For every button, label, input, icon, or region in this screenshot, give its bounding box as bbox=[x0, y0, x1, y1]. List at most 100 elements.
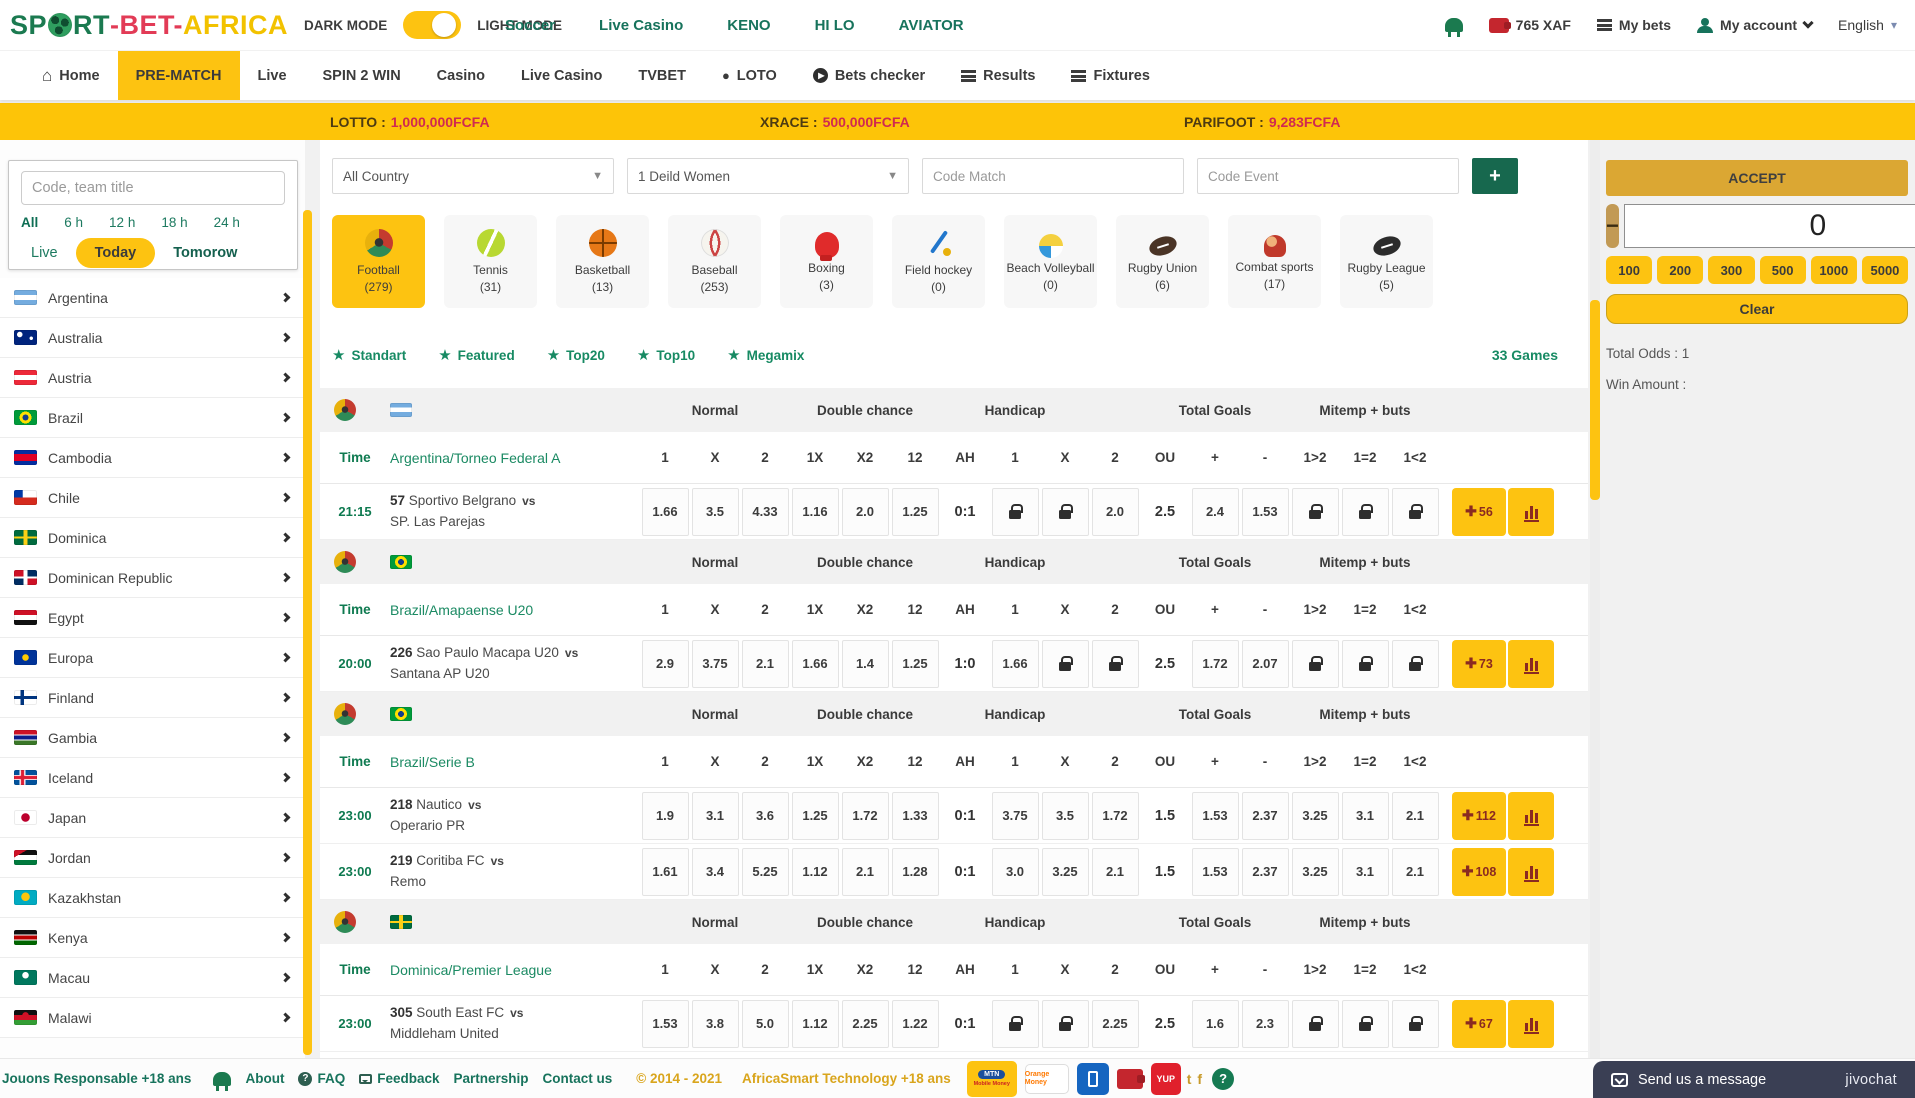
site-logo[interactable]: SPRT-BET-AFRICA bbox=[10, 10, 288, 41]
stats-button[interactable] bbox=[1508, 640, 1554, 688]
more-markets-button[interactable]: ✚73 bbox=[1452, 640, 1506, 688]
sidebar-item-egypt[interactable]: Egypt bbox=[0, 598, 303, 638]
odds-button[interactable]: 2.1 bbox=[1392, 792, 1439, 840]
accept-button[interactable]: ACCEPT bbox=[1606, 160, 1908, 196]
odds-button[interactable]: 2.4 bbox=[1192, 488, 1239, 536]
odds-button[interactable]: 2.0 bbox=[842, 488, 889, 536]
odds-button[interactable]: 1.6 bbox=[1192, 1000, 1239, 1048]
nav-item-results[interactable]: Results bbox=[943, 51, 1053, 100]
odds-button[interactable]: 3.5 bbox=[1042, 792, 1089, 840]
time-filter-12-h[interactable]: 12 h bbox=[109, 215, 135, 230]
sidebar-item-cambodia[interactable]: Cambodia bbox=[0, 438, 303, 478]
odds-button[interactable]: 3.1 bbox=[692, 792, 739, 840]
stake-input[interactable] bbox=[1624, 204, 1915, 248]
nav-item-spin-2-win[interactable]: SPIN 2 WIN bbox=[305, 51, 419, 100]
time-filter-18-h[interactable]: 18 h bbox=[161, 215, 187, 230]
sidebar-item-japan[interactable]: Japan bbox=[0, 798, 303, 838]
sport-tab-rugby-union[interactable]: Rugby Union(6) bbox=[1116, 215, 1209, 308]
odds-button[interactable]: 1.25 bbox=[792, 792, 839, 840]
odds-button[interactable]: 1.66 bbox=[992, 640, 1039, 688]
footer-link-feedback[interactable]: Feedback bbox=[359, 1071, 439, 1086]
more-markets-button[interactable]: ✚112 bbox=[1452, 792, 1506, 840]
odds-button[interactable]: 2.1 bbox=[1392, 848, 1439, 896]
odds-button[interactable]: 3.5 bbox=[692, 488, 739, 536]
odds-button[interactable]: 2.25 bbox=[1092, 1000, 1139, 1048]
odds-button[interactable]: 2.1 bbox=[1092, 848, 1139, 896]
nav-item-fixtures[interactable]: Fixtures bbox=[1053, 51, 1167, 100]
sidebar-item-malawi[interactable]: Malawi bbox=[0, 998, 303, 1038]
time-filter-6-h[interactable]: 6 h bbox=[64, 215, 83, 230]
sport-tab-tennis[interactable]: Tennis(31) bbox=[444, 215, 537, 308]
match-title[interactable]: 218 NauticovsOperario PR bbox=[390, 795, 640, 837]
sidebar-item-europa[interactable]: Europa bbox=[0, 638, 303, 678]
chat-widget[interactable]: Send us a message jivochat bbox=[1593, 1061, 1915, 1098]
view-tab-featured[interactable]: ★Featured bbox=[438, 346, 514, 364]
stats-button[interactable] bbox=[1508, 792, 1554, 840]
day-tab-live[interactable]: Live bbox=[21, 239, 68, 267]
odds-button[interactable]: 2.9 bbox=[642, 640, 689, 688]
day-tab-today[interactable]: Today bbox=[76, 238, 156, 268]
odds-button[interactable]: 2.3 bbox=[1242, 1000, 1289, 1048]
odds-button[interactable]: 3.75 bbox=[992, 792, 1039, 840]
odds-button[interactable]: 2.07 bbox=[1242, 640, 1289, 688]
odds-button[interactable]: 5.25 bbox=[742, 848, 789, 896]
top-menu-keno[interactable]: KENO bbox=[727, 17, 770, 34]
view-tab-top10[interactable]: ★Top10 bbox=[637, 346, 695, 364]
nav-item-tvbet[interactable]: TVBET bbox=[620, 51, 704, 100]
sidebar-item-jordan[interactable]: Jordan bbox=[0, 838, 303, 878]
odds-button[interactable]: 3.1 bbox=[1342, 792, 1389, 840]
stats-button[interactable] bbox=[1508, 1000, 1554, 1048]
nav-item-live[interactable]: Live bbox=[240, 51, 305, 100]
sport-tab-rugby-league[interactable]: Rugby League(5) bbox=[1340, 215, 1433, 308]
sidebar-item-austria[interactable]: Austria bbox=[0, 358, 303, 398]
sidebar-item-brazil[interactable]: Brazil bbox=[0, 398, 303, 438]
odds-button[interactable]: 1.9 bbox=[642, 792, 689, 840]
sidebar-scrollbar[interactable] bbox=[303, 210, 312, 1055]
odds-button[interactable]: 1.61 bbox=[642, 848, 689, 896]
odds-button[interactable]: 1.25 bbox=[892, 640, 939, 688]
odds-button[interactable]: 1.22 bbox=[892, 1000, 939, 1048]
stats-button[interactable] bbox=[1508, 848, 1554, 896]
code-match-input[interactable] bbox=[933, 169, 1173, 184]
odds-button[interactable]: 1.4 bbox=[842, 640, 889, 688]
odds-button[interactable]: 1.33 bbox=[892, 792, 939, 840]
sport-tab-boxing[interactable]: Boxing(3) bbox=[780, 215, 873, 308]
odds-button[interactable]: 2.0 bbox=[1092, 488, 1139, 536]
odds-button[interactable]: 2.1 bbox=[742, 640, 789, 688]
more-markets-button[interactable]: ✚56 bbox=[1452, 488, 1506, 536]
main-scrollbar[interactable] bbox=[1590, 140, 1600, 1058]
sidebar-item-dominican-republic[interactable]: Dominican Republic bbox=[0, 558, 303, 598]
odds-button[interactable]: 1.12 bbox=[792, 848, 839, 896]
stats-button[interactable] bbox=[1508, 488, 1554, 536]
search-input[interactable] bbox=[21, 171, 285, 205]
odds-button[interactable]: 1.16 bbox=[792, 488, 839, 536]
sidebar-item-macau[interactable]: Macau bbox=[0, 958, 303, 998]
sport-tab-field-hockey[interactable]: Field hockey(0) bbox=[892, 215, 985, 308]
odds-button[interactable]: 1.53 bbox=[642, 1000, 689, 1048]
odds-button[interactable]: 3.8 bbox=[692, 1000, 739, 1048]
sport-tab-basketball[interactable]: Basketball(13) bbox=[556, 215, 649, 308]
stake-decrease-button[interactable]: − bbox=[1606, 204, 1619, 248]
sidebar-item-australia[interactable]: Australia bbox=[0, 318, 303, 358]
nav-item-casino[interactable]: Casino bbox=[419, 51, 503, 100]
quick-amount-300[interactable]: 300 bbox=[1708, 256, 1754, 284]
add-code-button[interactable]: + bbox=[1472, 158, 1518, 194]
league-link-argentina-torneo-federal-a[interactable]: Argentina/Torneo Federal A bbox=[390, 450, 640, 466]
time-filter-24-h[interactable]: 24 h bbox=[214, 215, 240, 230]
match-title[interactable]: 226 Sao Paulo Macapa U20vsSantana AP U20 bbox=[390, 643, 640, 685]
facebook-icon[interactable]: f bbox=[1197, 1071, 1202, 1087]
my-account-button[interactable]: My account bbox=[1697, 17, 1812, 33]
sidebar-item-finland[interactable]: Finland bbox=[0, 678, 303, 718]
time-filter-all[interactable]: All bbox=[21, 215, 38, 230]
quick-amount-200[interactable]: 200 bbox=[1657, 256, 1703, 284]
odds-button[interactable]: 3.4 bbox=[692, 848, 739, 896]
odds-button[interactable]: 1.72 bbox=[842, 792, 889, 840]
odds-button[interactable]: 2.1 bbox=[842, 848, 889, 896]
odds-button[interactable]: 3.25 bbox=[1292, 792, 1339, 840]
league-link-dominica-premier-league[interactable]: Dominica/Premier League bbox=[390, 962, 640, 978]
quick-amount-500[interactable]: 500 bbox=[1760, 256, 1806, 284]
view-tab-megamix[interactable]: ★Megamix bbox=[727, 346, 804, 364]
top-menu-hi-lo[interactable]: HI LO bbox=[815, 17, 855, 34]
odds-button[interactable]: 1.53 bbox=[1192, 792, 1239, 840]
wallet-balance[interactable]: 765 XAF bbox=[1489, 17, 1571, 33]
